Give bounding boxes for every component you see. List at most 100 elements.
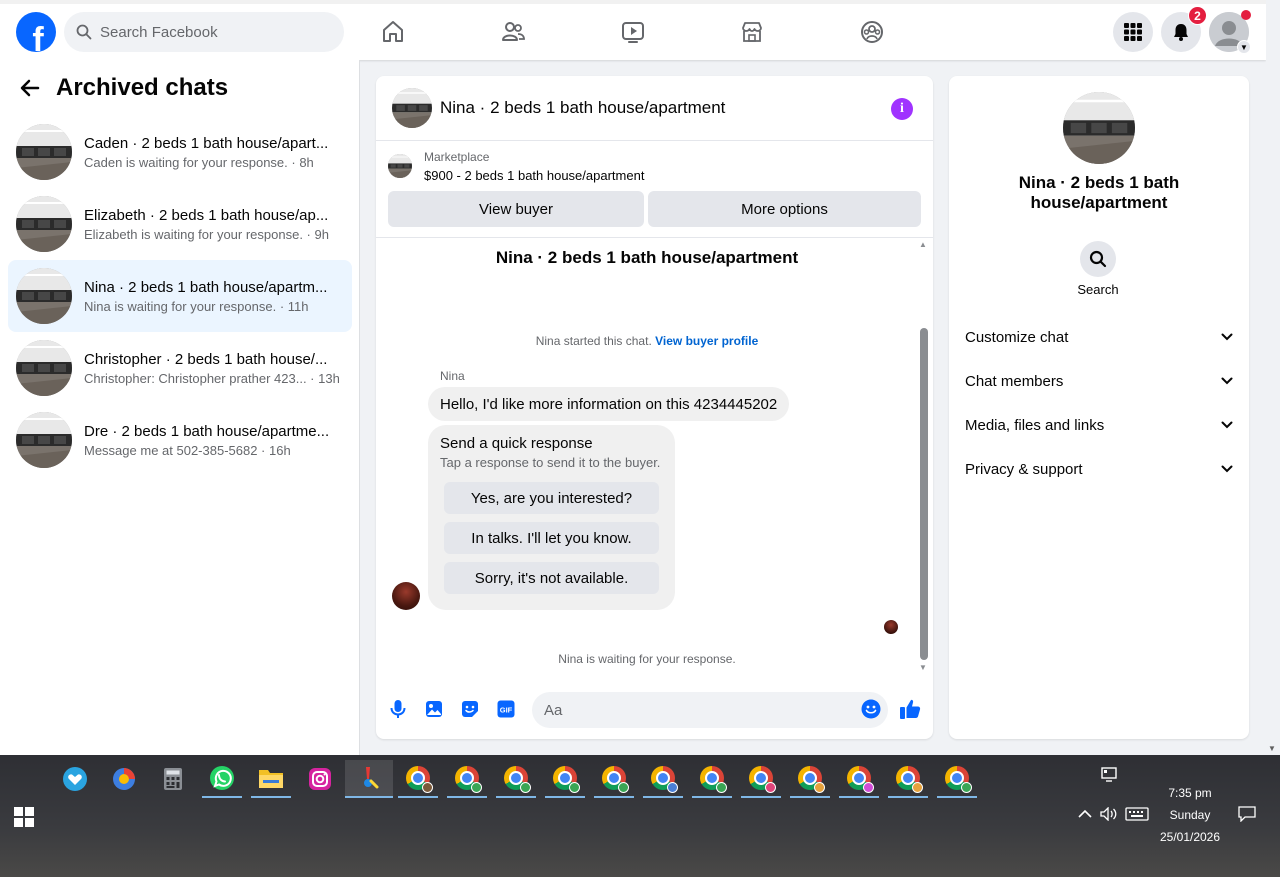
volume-icon[interactable] [1100, 806, 1118, 824]
details-title: Nina · 2 beds 1 bath house/apartment [1018, 173, 1180, 212]
details-section-chat-members[interactable]: Chat members [965, 365, 1233, 397]
gif-icon[interactable]: GIF [495, 698, 517, 720]
conversation-title[interactable]: Nina · 2 beds 1 bath house/apartment [440, 98, 725, 118]
taskbar-chrome-window[interactable] [447, 760, 487, 798]
info-icon[interactable]: i [891, 98, 913, 120]
chevron-down-icon [1221, 331, 1233, 343]
search-bar[interactable] [64, 12, 344, 52]
quick-reply-button[interactable]: Yes, are you interested? [444, 482, 659, 514]
profile-button[interactable]: ▼ [1209, 10, 1251, 54]
clock-time[interactable]: 7:35 pm [1150, 786, 1230, 800]
taskbar-app-active[interactable] [345, 760, 393, 798]
bell-icon [1174, 24, 1188, 41]
chat-avatar [16, 268, 72, 324]
thumbs-up-icon[interactable] [899, 698, 921, 720]
details-section-media-files-and-links[interactable]: Media, files and links [965, 409, 1233, 441]
chevron-down-icon [1221, 463, 1233, 475]
sticker-icon[interactable] [459, 698, 481, 720]
emoji-icon[interactable] [860, 698, 882, 720]
clock-date[interactable]: 25/01/2026 [1150, 830, 1230, 844]
windows-start-icon[interactable] [14, 807, 34, 827]
taskbar-chrome-window[interactable] [594, 760, 634, 798]
chrome-icon [553, 766, 580, 793]
quick-reply-button[interactable]: In talks. I'll let you know. [444, 522, 659, 554]
taskbar-chrome-window[interactable] [888, 760, 928, 798]
network-monitor-icon[interactable] [1101, 767, 1119, 786]
chevron-up-icon[interactable] [1078, 808, 1092, 822]
top-navigation-bar: f 2 ▼ [0, 0, 1266, 60]
folder-icon [259, 770, 283, 788]
menu-grid-button[interactable] [1113, 12, 1153, 52]
scroll-thumb[interactable] [920, 328, 928, 660]
chrome-icon [651, 766, 678, 793]
chrome-icon [406, 766, 433, 793]
friends-icon[interactable] [497, 16, 529, 48]
video-icon[interactable] [617, 16, 649, 48]
details-section-privacy-support[interactable]: Privacy & support [965, 453, 1233, 485]
search-icon [1089, 250, 1107, 268]
chat-list-item[interactable]: Caden · 2 beds 1 bath house/apart... Cade… [8, 116, 352, 188]
marketplace-icon[interactable] [736, 16, 768, 48]
page-scrollbar[interactable]: ▼ [1266, 0, 1280, 755]
taskbar-app-calculator[interactable] [153, 760, 193, 798]
taskbar-chrome-window[interactable] [398, 760, 438, 798]
taskbar-chrome-window[interactable] [643, 760, 683, 798]
thread-scrollbar[interactable]: ▲ ▼ [918, 238, 928, 674]
taskbar-app-file-explorer[interactable] [251, 760, 291, 798]
section-label: Media, files and links [965, 416, 1105, 434]
taskbar-chrome-window[interactable] [741, 760, 781, 798]
chat-list-item[interactable]: Dre · 2 beds 1 bath house/apartme... Mess… [8, 404, 352, 476]
chat-text: Elizabeth · 2 beds 1 bath house/ap... Eli… [84, 207, 344, 242]
message-composer: GIF [376, 688, 933, 732]
scroll-down-icon[interactable]: ▼ [1268, 744, 1276, 753]
listing-price[interactable]: $900 - 2 beds 1 bath house/apartment [424, 168, 644, 183]
taskbar-chrome-window[interactable] [545, 760, 585, 798]
photo-icon[interactable] [423, 698, 445, 720]
groups-icon[interactable] [856, 16, 888, 48]
taskbar-app-1[interactable] [55, 760, 95, 798]
scroll-down-icon[interactable]: ▼ [919, 663, 927, 672]
microphone-icon[interactable] [387, 698, 409, 720]
action-center-icon[interactable] [1238, 806, 1256, 825]
taskbar-chrome-window[interactable] [790, 760, 830, 798]
section-label: Chat members [965, 372, 1064, 390]
chat-avatar [16, 124, 72, 180]
view-buyer-button[interactable]: View buyer [388, 191, 644, 227]
keyboard-icon[interactable] [1125, 807, 1149, 824]
conversation-avatar[interactable] [392, 88, 432, 128]
sender-avatar[interactable] [392, 582, 420, 610]
back-arrow-icon[interactable] [18, 76, 42, 100]
taskbar-app-instagram[interactable] [300, 760, 340, 798]
message-bubble[interactable]: Hello, I'd like more information on this… [428, 387, 790, 421]
details-section-customize-chat[interactable]: Customize chat [965, 321, 1233, 353]
search-in-conversation-button[interactable] [1080, 241, 1116, 277]
details-avatar[interactable] [1063, 92, 1135, 164]
chat-list-item[interactable]: Elizabeth · 2 beds 1 bath house/ap... Eli… [8, 188, 352, 260]
taskbar-chrome-window[interactable] [839, 760, 879, 798]
notifications-button[interactable]: 2 [1161, 6, 1207, 52]
home-icon[interactable] [377, 16, 409, 48]
clock-day[interactable]: Sunday [1150, 808, 1230, 822]
message-input[interactable] [532, 692, 888, 728]
chat-title: Christopher · 2 beds 1 bath house/... [84, 350, 328, 368]
chat-list-item[interactable]: Nina · 2 beds 1 bath house/apartm... Nina… [8, 260, 352, 332]
windows-taskbar: 7:35 pm Sunday 25/01/2026 [0, 755, 1280, 877]
section-label: Customize chat [965, 328, 1069, 346]
chat-list-item[interactable]: Christopher · 2 beds 1 bath house/... Chr… [8, 332, 352, 404]
chrome-icon [896, 766, 923, 793]
quick-reply-button[interactable]: Sorry, it's not available. [444, 562, 659, 594]
taskbar-chrome-window[interactable] [937, 760, 977, 798]
page-title: Archived chats [56, 74, 229, 101]
search-input[interactable] [100, 23, 320, 41]
marketplace-banner: Marketplace $900 - 2 beds 1 bath house/a… [376, 142, 933, 238]
instagram-icon [309, 768, 331, 790]
scroll-up-icon[interactable]: ▲ [919, 240, 927, 249]
more-options-button[interactable]: More options [648, 191, 921, 227]
facebook-logo[interactable]: f [16, 12, 56, 52]
taskbar-chrome-window[interactable] [692, 760, 732, 798]
view-buyer-profile-link[interactable]: View buyer profile [655, 334, 758, 348]
taskbar-chrome-window[interactable] [496, 760, 536, 798]
taskbar-app-whatsapp[interactable] [202, 760, 242, 798]
taskbar-app-2[interactable] [104, 760, 144, 798]
heart-app-icon [63, 767, 87, 791]
